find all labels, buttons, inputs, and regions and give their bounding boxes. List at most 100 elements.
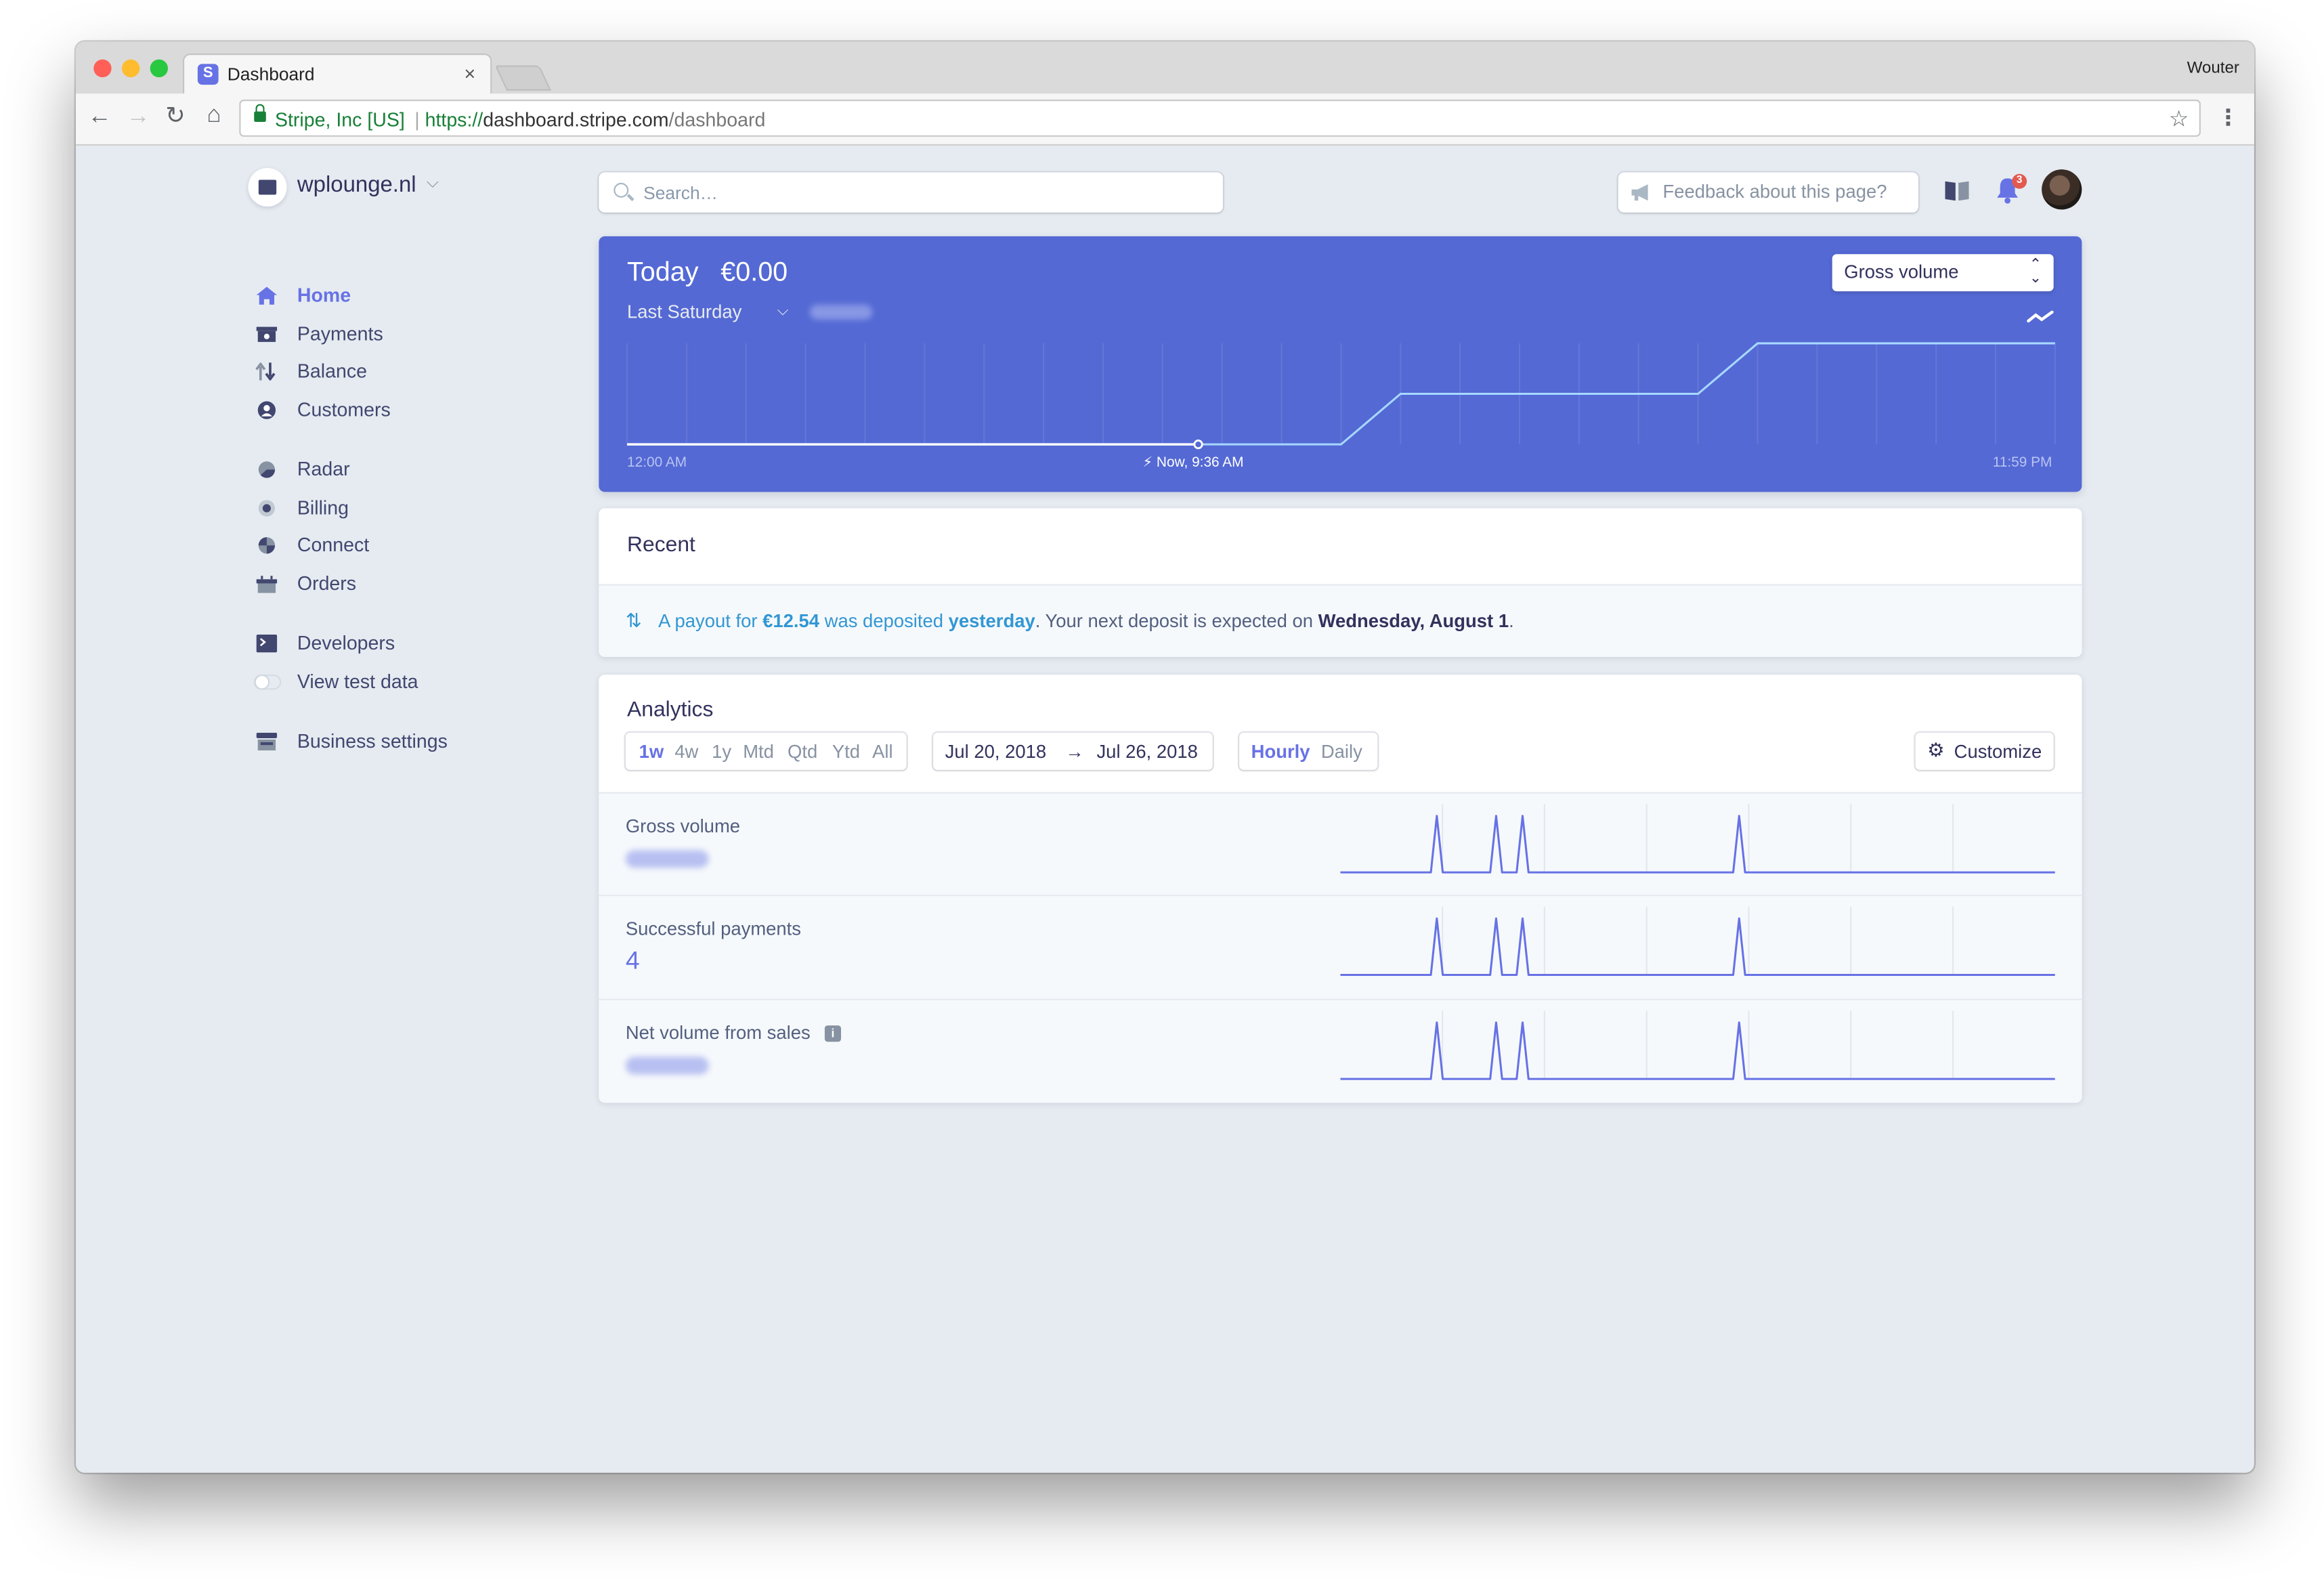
x-axis-end-label: 11:59 PM: [1992, 454, 2052, 471]
metric-name: Gross volume: [625, 815, 741, 837]
metric-select[interactable]: Gross volume ⌃ ⌄: [1832, 254, 2054, 292]
dashboard-page: wplounge.nl ⌵ Home Payments Balance Cust…: [76, 144, 2254, 1473]
range-all[interactable]: All: [872, 742, 893, 763]
payout-when[interactable]: yesterday: [949, 611, 1035, 632]
user-avatar[interactable]: [2042, 169, 2082, 210]
feedback-label: Feedback about this page?: [1662, 181, 1887, 202]
metric-value-blurred: [625, 850, 709, 868]
url-scheme: https://: [425, 108, 483, 131]
payout-text-3: . Your next deposit is expected on: [1035, 610, 1318, 632]
sparkline-path: [1340, 815, 2055, 874]
arrow-right-icon: →: [1065, 742, 1084, 763]
back-arrow-icon[interactable]: ←: [85, 102, 114, 132]
url-text[interactable]: https://dashboard.stripe.com/dashboard: [425, 108, 766, 131]
close-tab-icon[interactable]: ×: [465, 62, 476, 85]
toggle-icon[interactable]: [253, 673, 282, 691]
chevron-down-icon[interactable]: ⌵: [777, 303, 789, 320]
payout-amount[interactable]: €12.54: [762, 611, 819, 632]
metric-name: Successful payments: [625, 918, 802, 939]
sidebar-item-label: Radar: [297, 457, 350, 480]
payout-text-4: .: [1509, 610, 1514, 632]
browser-toolbar: ← → ↻ ⌂ Stripe, Inc [US] | https://dashb…: [75, 93, 2254, 146]
radar-icon: [258, 461, 276, 478]
metric-row-gross-volume[interactable]: Gross volume: [599, 792, 2082, 897]
net-volume-sparkline: [1340, 1010, 2055, 1080]
today-amount: €0.00: [720, 257, 788, 287]
url-separator: |: [414, 108, 420, 131]
recent-payout-row[interactable]: ⇅ A payout for €12.54 was deposited yest…: [599, 584, 2082, 657]
browser-window: S Dashboard × Wouter ← → ↻ ⌂ Stripe, Inc…: [75, 41, 2254, 1473]
metric-row-net-volume[interactable]: Net volume from sales i: [599, 998, 2082, 1103]
store-icon: [248, 167, 287, 207]
search-bar[interactable]: [599, 172, 1223, 213]
interval-selector: Hourly Daily: [1239, 732, 1378, 770]
chevron-down-icon: ⌵: [426, 173, 439, 192]
successful-payments-sparkline: [1340, 906, 2055, 977]
address-bar[interactable]: Stripe, Inc [US] | https://dashboard.str…: [239, 100, 2201, 137]
search-input[interactable]: [640, 178, 1211, 209]
url-path: /dashboard: [668, 108, 766, 131]
range-4w[interactable]: 4w: [674, 742, 698, 763]
terminal-icon: [256, 635, 278, 653]
maximize-window-button[interactable]: [150, 59, 168, 78]
range-1w[interactable]: 1w: [639, 742, 664, 763]
sidebar-item-label: Connect: [297, 533, 370, 556]
browser-tab[interactable]: S Dashboard ×: [182, 53, 492, 94]
range-1y[interactable]: 1y: [712, 742, 731, 763]
sidebar-item-label: Customers: [297, 398, 391, 421]
browser-menu-icon[interactable]: ⋮: [2217, 104, 2239, 131]
close-window-button[interactable]: [93, 59, 112, 78]
interval-daily[interactable]: Daily: [1321, 742, 1362, 763]
docs-book-icon[interactable]: [1945, 181, 1969, 201]
lock-icon: [254, 104, 266, 122]
x-axis-now-label: ⚡ Now, 9:36 AM: [1142, 454, 1244, 471]
sparkline-path: [1340, 1021, 2055, 1080]
stripe-favicon-icon: S: [197, 64, 219, 85]
minimize-window-button[interactable]: [121, 59, 140, 78]
forward-arrow-icon[interactable]: →: [123, 102, 153, 132]
transfer-arrows-icon: ⇅: [625, 609, 642, 632]
billing-icon: [258, 500, 276, 517]
sidebar-item-label: Balance: [297, 360, 367, 382]
sidebar-item-label: Developers: [297, 631, 395, 654]
sparkline-path: [1340, 917, 2055, 977]
select-arrows-icon: ⌃ ⌄: [2029, 257, 2042, 287]
recent-card: Recent ⇅ A payout for €12.54 was deposit…: [599, 508, 2082, 657]
date-range-picker[interactable]: Jul 20, 2018 → Jul 26, 2018: [933, 732, 1213, 770]
home-icon: [256, 286, 278, 305]
metric-value: 4: [625, 946, 640, 975]
date-to[interactable]: Jul 26, 2018: [1096, 742, 1197, 763]
interval-hourly[interactable]: Hourly: [1251, 742, 1310, 763]
today-label: Today: [627, 257, 699, 287]
payout-message: A payout for €12.54 was deposited yester…: [658, 611, 1514, 632]
info-icon[interactable]: i: [824, 1025, 842, 1042]
range-mtd[interactable]: Mtd: [743, 742, 774, 763]
orders-icon: [256, 576, 278, 593]
bookmark-star-icon[interactable]: ☆: [2169, 106, 2189, 132]
feedback-button[interactable]: Feedback about this page?: [1618, 172, 1918, 213]
analytics-title: Analytics: [627, 698, 714, 723]
range-qtd[interactable]: Qtd: [788, 742, 817, 763]
trend-line-icon[interactable]: [2027, 310, 2054, 324]
payout-text-1[interactable]: A payout for: [658, 611, 762, 632]
metric-name: Net volume from sales: [625, 1022, 811, 1044]
megaphone-icon: [1631, 184, 1648, 201]
x-axis-start-label: 12:00 AM: [627, 454, 687, 471]
customize-button[interactable]: ⚙ Customize: [1915, 732, 2054, 770]
reload-icon[interactable]: ↻: [160, 102, 190, 132]
home-button-icon[interactable]: ⌂: [199, 101, 229, 131]
range-ytd[interactable]: Ytd: [832, 742, 860, 763]
compare-amount-blurred: [809, 304, 873, 320]
now-label-text: Now, 9:36 AM: [1156, 454, 1244, 471]
date-from[interactable]: Jul 20, 2018: [945, 742, 1046, 763]
new-tab-button[interactable]: [494, 65, 552, 91]
compare-period-label[interactable]: Last Saturday: [627, 301, 741, 322]
customize-label: Customize: [1954, 742, 2042, 763]
url-host: dashboard.stripe.com: [483, 108, 669, 131]
payments-icon: [256, 326, 278, 342]
browser-profile-name[interactable]: Wouter: [2187, 60, 2239, 77]
account-name: wplounge.nl: [297, 172, 416, 198]
payout-text-2[interactable]: was deposited: [819, 611, 949, 632]
site-identity[interactable]: Stripe, Inc [US]: [275, 108, 405, 131]
metric-row-successful-payments[interactable]: Successful payments 4: [599, 895, 2082, 999]
